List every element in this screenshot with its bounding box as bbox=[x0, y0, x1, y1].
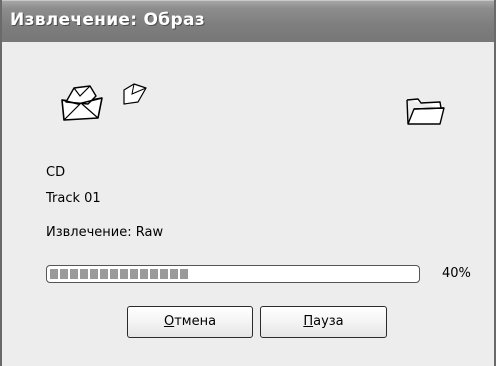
pause-label-rest: ауза bbox=[313, 314, 344, 329]
progress-bar bbox=[46, 265, 420, 283]
copy-animation bbox=[2, 42, 494, 152]
pause-mnemonic: П bbox=[303, 314, 314, 329]
flying-page-icon bbox=[123, 83, 147, 105]
pause-button[interactable]: Пауза bbox=[260, 306, 387, 338]
progress-percent: 40% bbox=[442, 266, 471, 281]
mode-label: Извлечение: Raw bbox=[46, 225, 164, 240]
cancel-button[interactable]: Отмена bbox=[127, 306, 253, 338]
track-label: Track 01 bbox=[46, 191, 101, 206]
source-label: CD bbox=[46, 165, 66, 180]
open-folder-icon bbox=[406, 98, 445, 125]
disc-folder-icon bbox=[61, 85, 103, 121]
cancel-label-rest: тмена bbox=[174, 314, 217, 329]
title-bar[interactable]: Извлечение: Образ bbox=[2, 0, 494, 42]
extraction-dialog: Извлечение: Образ CD Track 01 Извлечение… bbox=[0, 0, 496, 366]
progress-fill bbox=[50, 269, 190, 279]
cancel-mnemonic: О bbox=[163, 314, 175, 329]
window-title: Извлечение: Образ bbox=[10, 10, 205, 30]
